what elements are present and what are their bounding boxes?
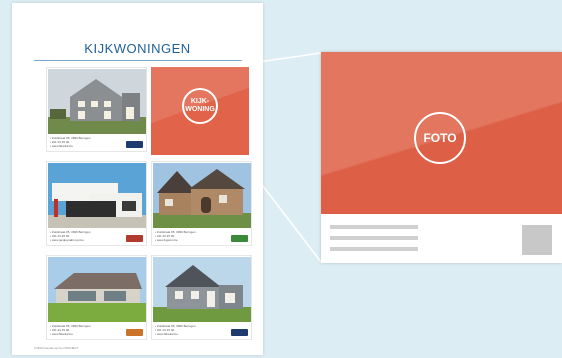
page-title: KIJKWONINGEN [84,41,191,56]
house-caption: • Zuidstraat 95, 3990 Beringen • 011 23 … [50,324,91,336]
builder-logo [126,235,143,242]
house-photo [48,163,146,228]
foto-badge: FOTO [414,112,466,164]
house-caption: • Zuidstraat 95, 3990 Beringen • 011 23 … [50,136,91,148]
badge-line-1: KIJK- [190,98,210,105]
builder-logo [231,235,248,242]
builder-logo [126,329,143,336]
title-divider [34,60,242,61]
builder-logo [126,141,143,148]
house-card: • Zuidstraat 95, 3990 Beringen • 011 23 … [46,161,147,246]
house-photo [153,163,251,228]
house-card: • Zuidstraat 95, 3990 Beringen • 011 23 … [151,255,252,340]
text-placeholder-line [330,247,418,251]
house-card: • Zuidstraat 95, 3990 Beringen • 011 23 … [46,67,147,152]
kijkwoning-placeholder: KIJK- WONING [151,67,249,155]
text-placeholder-line [330,236,418,240]
house-caption: • Zuidstraat 95, 3990 Beringen • 011 23 … [155,324,196,336]
kijkwoning-badge: KIJK- WONING [182,88,218,124]
house-card: • Zuidstraat 95, 3990 Beringen • 011 23 … [151,161,252,246]
house-photo [48,257,146,322]
house-caption: • Zuidstraat 95, 3990 Beringen • 011 23 … [155,230,196,242]
badge-line-2: WONING [185,106,215,113]
magazine-page: KIJKWONINGEN • Zuidstraat 95, 3990 Berin… [12,3,263,355]
foto-placeholder: FOTO [321,52,562,214]
logo-placeholder [522,225,552,255]
zoomed-card: FOTO [321,52,562,263]
house-caption: • Zuidstraat 95, 3990 Beringen • 011 23 … [50,230,91,242]
house-card: • Zuidstraat 95, 3990 Beringen • 011 23 … [46,255,147,340]
text-placeholder-line [330,225,418,229]
builder-logo [231,329,248,336]
house-photo [48,69,146,134]
house-photo [153,257,251,322]
page-footer: 6 MIJN Gevels op hun PROJECT [34,346,79,350]
